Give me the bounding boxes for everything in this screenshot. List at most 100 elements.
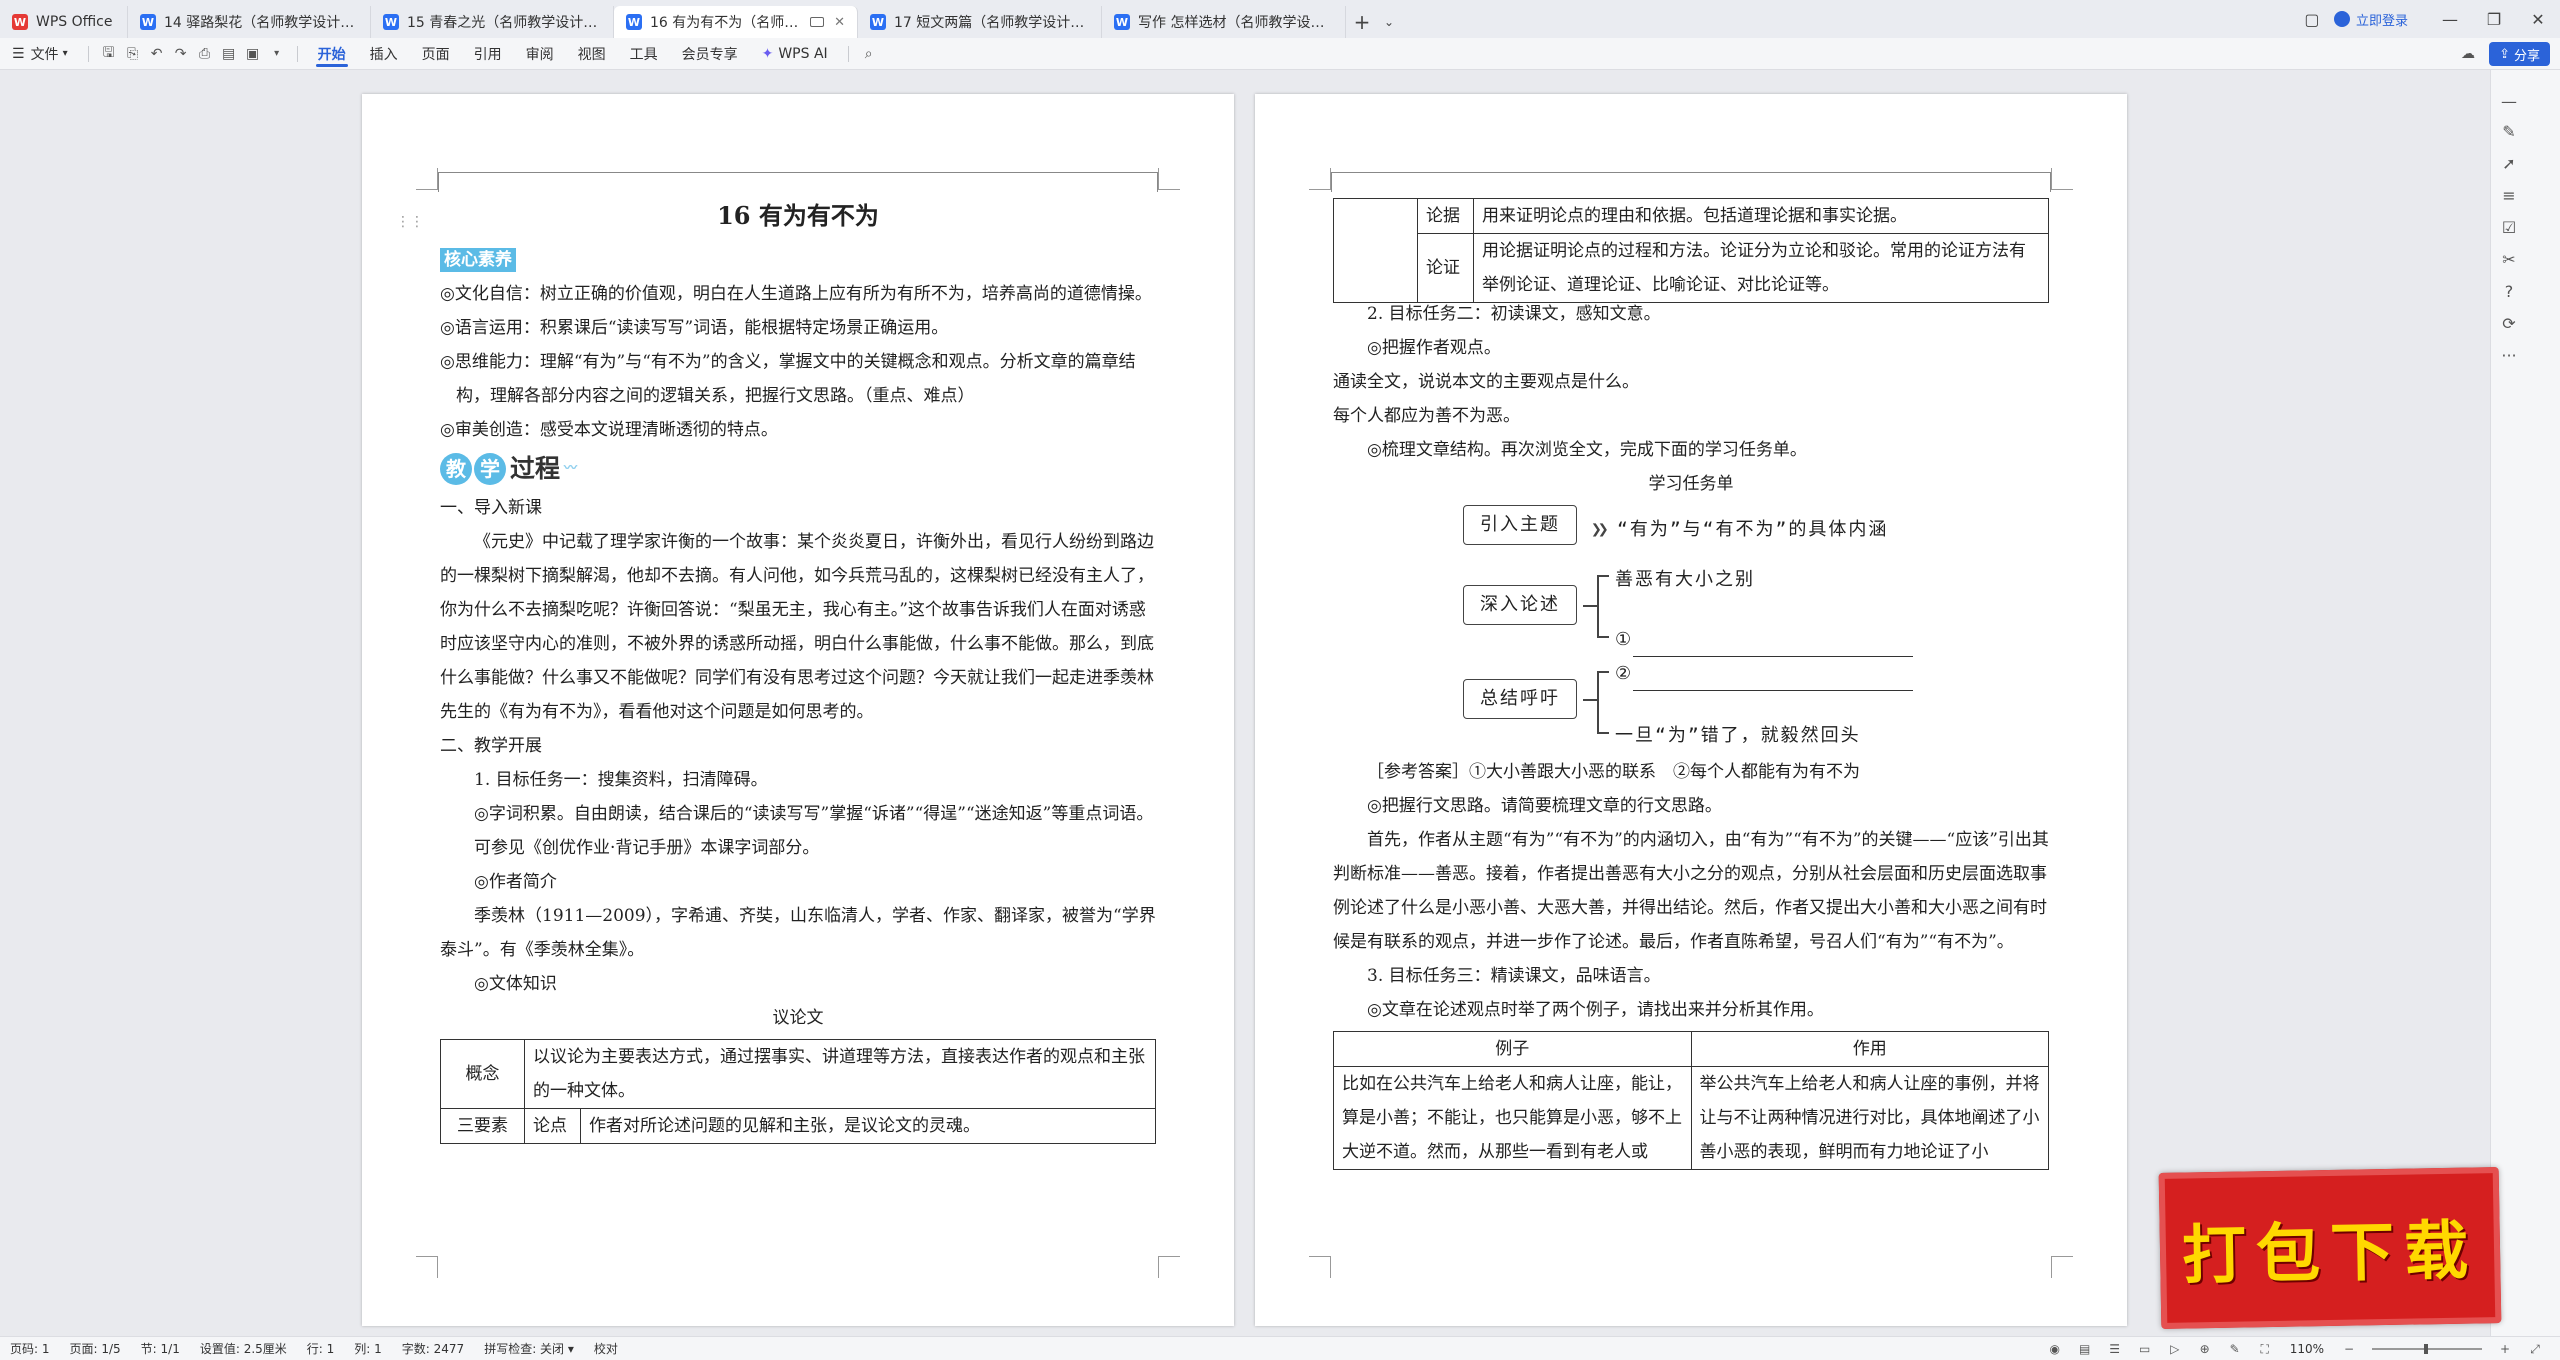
zoom-slider[interactable] [2372, 1344, 2482, 1354]
minimize-icon[interactable]: — [2428, 0, 2472, 38]
fullscreen-icon[interactable]: ⤢ [2520, 1337, 2550, 1360]
core-literacy-badge: 核心素养 [440, 248, 516, 272]
more-chevron-icon[interactable]: ▾ [265, 38, 289, 70]
share-button[interactable]: ⇪ 分享 [2489, 42, 2550, 66]
crop-mark [1158, 1256, 1180, 1278]
web-view-icon[interactable]: ⊕ [2190, 1337, 2220, 1360]
redo-icon[interactable]: ↷ [169, 38, 193, 70]
undo-icon[interactable]: ↶ [145, 38, 169, 70]
eye-protect-icon[interactable]: ◉ [2040, 1337, 2070, 1360]
menu-view[interactable]: 视图 [566, 38, 618, 70]
print-icon[interactable]: ⎙ [193, 38, 217, 70]
author-heading: ◎作者简介 [474, 872, 557, 892]
document-workspace[interactable]: ⋮⋮ 16 有为有不为 核心素养 ◎文化自信：树立正确的价值观，明白在人生道路上… [0, 70, 2490, 1336]
menu-tools[interactable]: 工具 [618, 38, 670, 70]
question-line: 通读全文，说说本文的主要观点是什么。 [1333, 372, 1639, 392]
help-icon[interactable]: ? [2491, 276, 2527, 306]
close-window-icon[interactable]: ✕ [2516, 0, 2560, 38]
file-menu[interactable]: ☰ 文件 ▾ [0, 38, 80, 70]
save-icon[interactable]: 🖫 [97, 38, 121, 70]
menu-insert[interactable]: 插入 [358, 38, 410, 70]
cloud-sync-icon[interactable]: ☁ [2456, 42, 2480, 66]
crop-mark [1158, 168, 1180, 190]
crop-mark [416, 1256, 438, 1278]
status-setting[interactable]: 设置值: 2.5厘米 [190, 1340, 297, 1357]
crop-mark [416, 168, 438, 190]
diagram-arrow-text: “有为”与“有不为”的具体内涵 [1617, 519, 1889, 540]
document-page-2[interactable]: 论据 用来证明论点的理由和依据。包括道理论据和事实论据。 论证 用论据证明论点的… [1255, 94, 2127, 1326]
outline-view-icon[interactable]: ☰ [2100, 1337, 2130, 1360]
tab-list-chevron-icon[interactable]: ⌄ [1378, 6, 1400, 38]
menu-page[interactable]: 页面 [410, 38, 462, 70]
word-doc-icon: W [140, 14, 156, 30]
zoom-level[interactable]: 110% [2280, 1342, 2334, 1356]
document-page-1[interactable]: ⋮⋮ 16 有为有不为 核心素养 ◎文化自信：树立正确的价值观，明白在人生道路上… [362, 94, 1234, 1326]
fit-page-icon[interactable]: ⛶ [2250, 1337, 2280, 1360]
genre-table: 概念 以议论为主要表达方式，通过摆事实、讲道理等方法，直接表达作者的观点和主张的… [440, 1039, 1156, 1144]
menu-home[interactable]: 开始 [306, 38, 358, 70]
section-heading: 一、导入新课 [440, 498, 542, 518]
status-pages[interactable]: 页面: 1/5 [60, 1340, 131, 1357]
word-doc-icon: W [383, 14, 399, 30]
zoom-in-icon[interactable]: + [2490, 1337, 2520, 1360]
page1-content[interactable]: 16 有为有不为 核心素养 ◎文化自信：树立正确的价值观，明白在人生道路上应有所… [440, 194, 1156, 1144]
sync-icon[interactable]: ⟳ [2491, 308, 2527, 338]
window-mode-icon[interactable]: ▢ [2290, 0, 2334, 38]
status-section[interactable]: 节: 1/1 [131, 1340, 190, 1357]
cursor-select-icon[interactable]: ➚ [2491, 148, 2527, 178]
vocab-paragraph: ◎字词积累。自由朗读，结合课后的“读读写写”掌握“诉诸”“得逞”“迷途知返”等重… [474, 804, 1154, 824]
menu-member[interactable]: 会员专享 [670, 38, 750, 70]
status-proofread[interactable]: 校对 [584, 1340, 628, 1357]
close-tab-icon[interactable]: ✕ [834, 15, 845, 30]
tab-doc-16-active[interactable]: W 16 有为有不为（名师教学设计 ✕ [614, 6, 858, 38]
check-box-icon[interactable]: ☑ [2491, 212, 2527, 242]
menu-reference[interactable]: 引用 [462, 38, 514, 70]
structure-diagram: 引入主题 ❯❯ “有为”与“有不为”的具体内涵 深入论述 善恶有大小之别 ① 总… [1333, 501, 2049, 755]
status-col[interactable]: 列: 1 [344, 1340, 392, 1357]
double-arrow-icon: ❯❯ [1591, 519, 1609, 540]
crop-mark [2051, 168, 2073, 190]
reading-view-icon[interactable]: ▭ [2130, 1337, 2160, 1360]
table-title: 议论文 [772, 1008, 824, 1028]
examples-table: 例子 作用 比如在公共汽车上给老人和病人让座，能让，算是小善；不能让，也只能算是… [1333, 1031, 2049, 1170]
page2-content[interactable]: 论据 用来证明论点的理由和依据。包括道理论据和事实论据。 论证 用论据证明论点的… [1333, 198, 2049, 1170]
menu-review[interactable]: 审阅 [514, 38, 566, 70]
zoom-out-icon[interactable]: − [2334, 1337, 2364, 1360]
tab-doc-17[interactable]: W 17 短文两篇（名师教学设计-简案） [858, 6, 1102, 38]
more-icon[interactable]: ··· [2491, 340, 2527, 370]
tab-doc-15[interactable]: W 15 青春之光（名师教学设计-简案） [371, 6, 614, 38]
tab-doc-writing[interactable]: W 写作 怎样选材（名师教学设计-简案） [1102, 6, 1346, 38]
tab-wps-office[interactable]: W WPS Office [0, 6, 128, 38]
status-page-code[interactable]: 页码: 1 [0, 1340, 60, 1357]
tools-icon[interactable]: ✂ [2491, 244, 2527, 274]
sub-heading: ◎文章在论述观点时举了两个例子，请找出来并分析其作用。 [1367, 1000, 1824, 1020]
image-icon[interactable]: ▣ [241, 38, 265, 70]
monitor-icon[interactable] [810, 17, 825, 27]
wps-ai-button[interactable]: ✦ WPS AI [750, 38, 840, 70]
download-package-badge[interactable]: 打包下载 [2158, 1167, 2502, 1329]
collapse-icon[interactable]: — [2491, 86, 2527, 116]
export-pdf-icon[interactable]: ▤ [217, 38, 241, 70]
search-icon[interactable]: ⌕ [857, 38, 881, 70]
play-icon[interactable]: ▷ [2160, 1337, 2190, 1360]
pen-mode-icon[interactable]: ✎ [2220, 1337, 2250, 1360]
reference-line: 可参见《创优作业·背记手册》本课字词部分。 [474, 838, 820, 858]
status-spellcheck[interactable]: 拼写检查: 关闭 ▾ [474, 1340, 584, 1357]
restore-icon[interactable]: ❐ [2472, 0, 2516, 38]
new-tab-icon[interactable]: + [1346, 6, 1378, 38]
login-button[interactable]: 立即登录 [2333, 10, 2408, 29]
table-row: 三要素 论点 作者对所论述问题的见解和主张，是议论文的灵魂。 [440, 1108, 1156, 1144]
adjust-icon[interactable]: ≡ [2491, 180, 2527, 210]
drag-handle-icon[interactable]: ⋮⋮ [396, 214, 424, 230]
share-icon: ⇪ [2499, 46, 2510, 62]
chevron-down-icon: ▾ [62, 48, 68, 59]
genre-table-continued: 论据 用来证明论点的理由和依据。包括道理论据和事实论据。 论证 用论据证明论点的… [1333, 198, 2049, 303]
find-replace-icon[interactable]: ⎘ [121, 38, 145, 70]
wps-logo-icon: W [12, 14, 28, 30]
section-heading: 二、教学开展 [440, 736, 542, 756]
status-word-count[interactable]: 字数: 2477 [392, 1340, 474, 1357]
page-view-icon[interactable]: ▤ [2070, 1337, 2100, 1360]
pen-icon[interactable]: ✎ [2491, 116, 2527, 146]
tab-doc-14[interactable]: W 14 驿路梨花（名师教学设计-简案） [128, 6, 371, 38]
status-row[interactable]: 行: 1 [297, 1340, 345, 1357]
